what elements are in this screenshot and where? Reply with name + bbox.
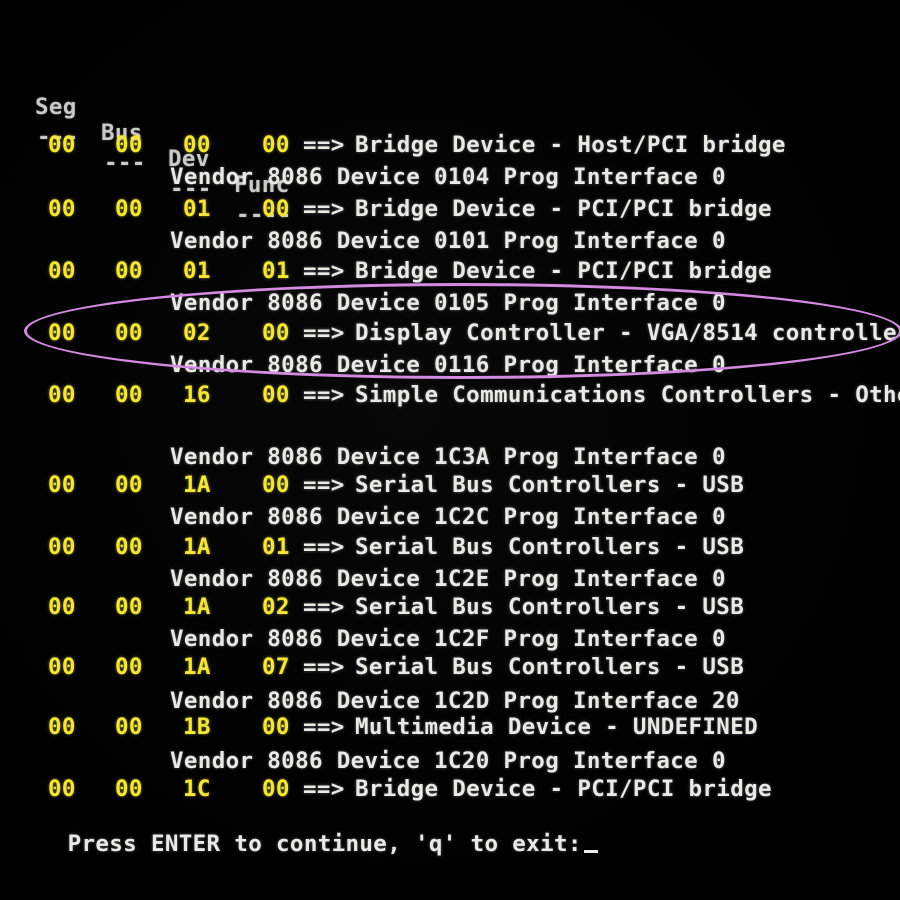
vendor-info-line: Vendor 8086 Device 1C20 Prog Interface 0 (170, 748, 726, 774)
device-class-description: Multimedia Device - UNDEFINED (355, 714, 758, 740)
bus-value: 00 (115, 258, 143, 284)
dev-value: 02 (183, 320, 211, 346)
func-value: 01 (262, 258, 290, 284)
seg-value: 00 (48, 776, 76, 802)
func-value: 00 (262, 196, 290, 222)
arrow-glyph: ==> (303, 714, 345, 740)
bus-value: 00 (115, 594, 143, 620)
arrow-glyph: ==> (303, 382, 345, 408)
func-value: 00 (262, 320, 290, 346)
bus-value: 00 (115, 714, 143, 740)
arrow-glyph: ==> (303, 320, 345, 346)
vendor-info-line: Vendor 8086 Device 1C2F Prog Interface 0 (170, 626, 726, 652)
text-cursor (583, 850, 598, 853)
arrow-glyph: ==> (303, 654, 345, 680)
bus-value: 00 (115, 196, 143, 222)
dev-value: 16 (183, 382, 211, 408)
arrow-glyph: ==> (303, 534, 345, 560)
efi-shell-screen: Seg Bus Dev Func --- --- --- ---- 00 00 00… (0, 0, 900, 900)
seg-value: 00 (48, 594, 76, 620)
dev-value: 01 (183, 196, 211, 222)
seg-value: 00 (48, 534, 76, 560)
arrow-glyph: ==> (303, 196, 345, 222)
func-value: 00 (262, 132, 290, 158)
seg-value: 00 (48, 132, 76, 158)
bus-value: 00 (115, 132, 143, 158)
device-class-description: Bridge Device - PCI/PCI bridge (355, 196, 772, 222)
bus-value: 00 (115, 654, 143, 680)
arrow-glyph: ==> (303, 594, 345, 620)
vendor-info-line: Vendor 8086 Device 0116 Prog Interface 0 (170, 352, 726, 378)
dev-value: 1A (183, 472, 211, 498)
seg-value: 00 (48, 320, 76, 346)
vendor-info-line: Vendor 8086 Device 1C2D Prog Interface 2… (170, 688, 740, 714)
func-value: 00 (262, 472, 290, 498)
vendor-info-line: Vendor 8086 Device 0101 Prog Interface 0 (170, 228, 726, 254)
func-value: 07 (262, 654, 290, 680)
dev-value: 1A (183, 654, 211, 680)
arrow-glyph: ==> (303, 472, 345, 498)
device-class-description: Bridge Device - PCI/PCI bridge (355, 258, 772, 284)
arrow-glyph: ==> (303, 132, 345, 158)
func-value: 00 (262, 382, 290, 408)
continue-prompt[interactable]: Press ENTER to continue, 'q' to exit: (12, 805, 598, 883)
dev-value: 1A (183, 534, 211, 560)
dev-value: 01 (183, 258, 211, 284)
device-class-description: Serial Bus Controllers - USB (355, 654, 745, 680)
device-class-description: Serial Bus Controllers - USB (355, 594, 745, 620)
seg-value: 00 (48, 258, 76, 284)
device-class-description: Serial Bus Controllers - USB (355, 534, 745, 560)
func-value: 00 (262, 776, 290, 802)
func-value: 00 (262, 714, 290, 740)
dev-value: 00 (183, 132, 211, 158)
vendor-info-line: Vendor 8086 Device 1C3A Prog Interface 0 (170, 444, 726, 470)
bus-value: 00 (115, 320, 143, 346)
prompt-text: Press ENTER to continue, 'q' to exit: (67, 831, 582, 857)
vendor-info-line: Vendor 8086 Device 0105 Prog Interface 0 (170, 290, 726, 316)
bus-value: 00 (115, 776, 143, 802)
seg-value: 00 (48, 196, 76, 222)
arrow-glyph: ==> (303, 776, 345, 802)
device-class-description: Display Controller - VGA/8514 controller (355, 320, 900, 346)
vendor-info-line: Vendor 8086 Device 1C2C Prog Interface 0 (170, 504, 726, 530)
dev-value: 1B (183, 714, 211, 740)
vendor-info-line: Vendor 8086 Device 0104 Prog Interface 0 (170, 164, 726, 190)
func-value: 01 (262, 534, 290, 560)
func-value: 02 (262, 594, 290, 620)
dev-value: 1C (183, 776, 211, 802)
seg-value: 00 (48, 382, 76, 408)
arrow-glyph: ==> (303, 258, 345, 284)
device-class-description: Bridge Device - PCI/PCI bridge (355, 776, 772, 802)
device-class-description: Simple Communications Controllers - Othe… (355, 382, 900, 408)
column-header-rule-row: --- --- --- ---- (0, 98, 291, 254)
bus-value: 00 (115, 382, 143, 408)
seg-value: 00 (48, 654, 76, 680)
seg-value: 00 (48, 714, 76, 740)
bus-value: 00 (115, 472, 143, 498)
seg-value: 00 (48, 472, 76, 498)
vendor-info-line: Vendor 8086 Device 1C2E Prog Interface 0 (170, 566, 726, 592)
device-class-description: Serial Bus Controllers - USB (355, 472, 745, 498)
dev-value: 1A (183, 594, 211, 620)
device-class-description: Bridge Device - Host/PCI bridge (355, 132, 786, 158)
bus-value: 00 (115, 534, 143, 560)
